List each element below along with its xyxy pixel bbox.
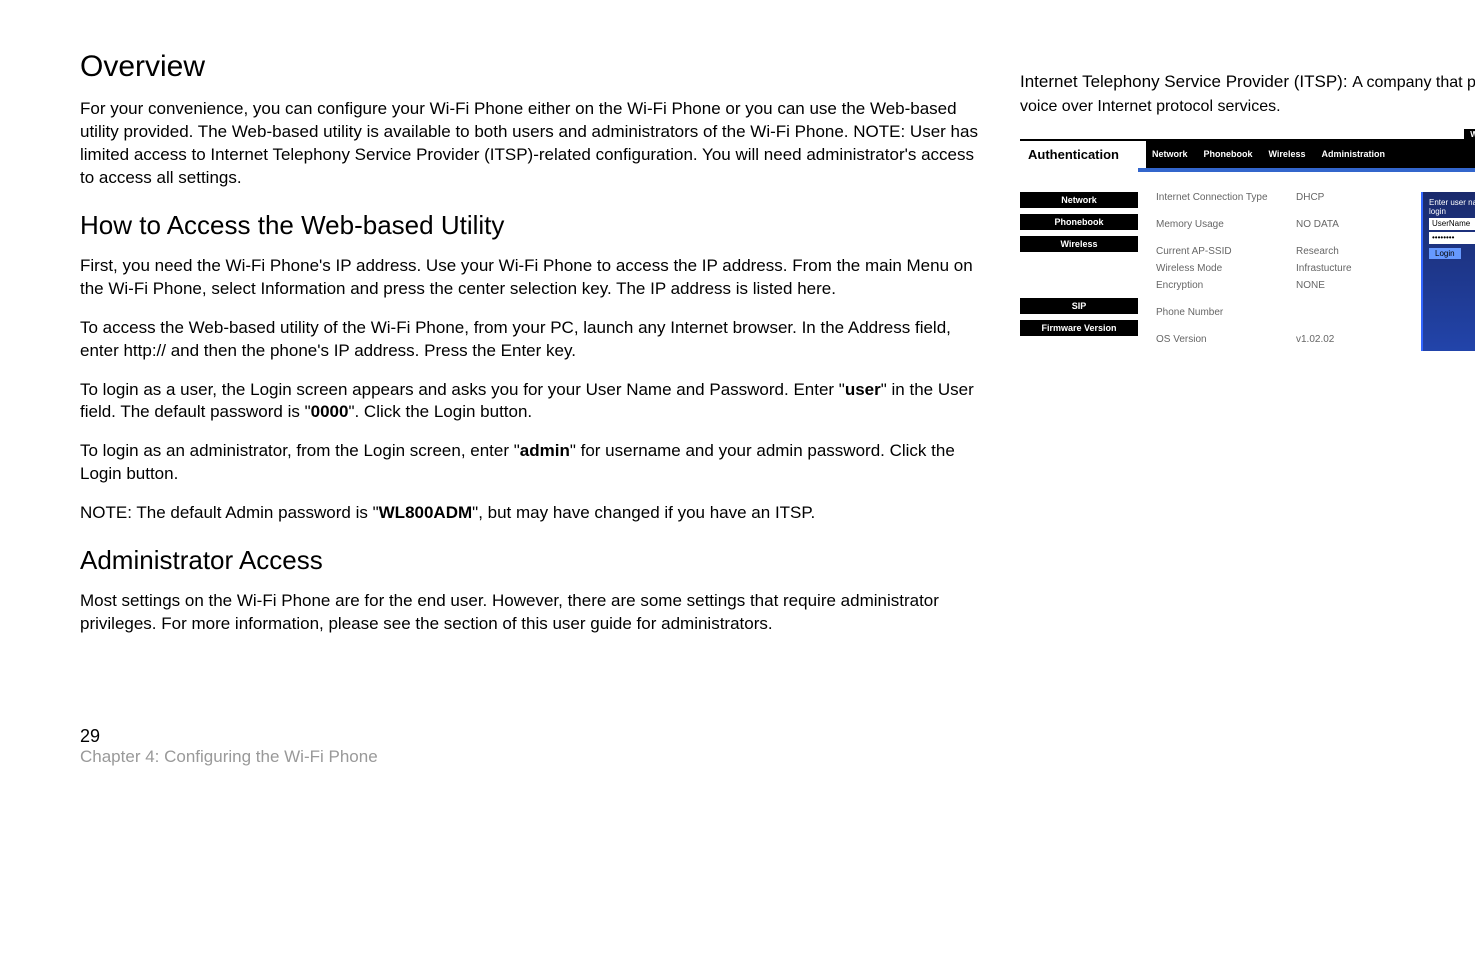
howto-p1: First, you need the Wi-Fi Phone's IP add… [80,255,980,301]
shot-login-password: •••••••• [1429,232,1475,244]
shot-tab-network: Network [1152,149,1188,159]
heading-adminaccess: Administrator Access [80,545,980,576]
howto-p4: To login as an administrator, from the L… [80,440,980,486]
chapter-label: Chapter 4: Configuring the Wi-Fi Phone [80,747,980,767]
shot-login-prompt: Enter user name & password to login [1429,198,1475,216]
shot-sidebar: Network Phonebook Wireless SIP Firmware … [1020,192,1138,351]
shot-tab-admin: Administration [1321,149,1385,159]
shot-side-firmware: Firmware Version [1020,320,1138,336]
shot-auth-label: Authentication [1020,141,1146,168]
shot-tab-wireless: Wireless [1269,149,1306,159]
heading-howto: How to Access the Web-based Utility [80,210,980,241]
shot-login-username: UserName [1429,218,1475,230]
glossary-itsp: Internet Telephony Service Provider (ITS… [1020,70,1475,119]
shot-side-phonebook: Phonebook [1020,214,1138,230]
shot-login-button: Login [1429,248,1461,259]
admin-p1: Most settings on the Wi-Fi Phone are for… [80,590,980,636]
shot-tabs: Network Phonebook Wireless Administratio… [1146,141,1475,168]
shot-title-badge: Wireless VoIP Phone [1464,129,1475,142]
shot-login-panel: Enter user name & password to login User… [1421,192,1475,351]
shot-side-wireless: Wireless [1020,236,1138,252]
howto-p2: To access the Web-based utility of the W… [80,317,980,363]
howto-p5: NOTE: The default Admin password is "WL8… [80,502,980,525]
shot-side-network: Network [1020,192,1138,208]
webutil-screenshot: Authentication Network Phonebook Wireles… [1020,139,1475,351]
page-number: 29 [80,726,980,747]
heading-overview: Overview [80,50,980,84]
shot-content: Internet Connection TypeDHCP Memory Usag… [1138,192,1421,351]
shot-side-sip: SIP [1020,298,1138,314]
overview-paragraph: For your convenience, you can configure … [80,98,980,190]
shot-tab-phonebook: Phonebook [1204,149,1253,159]
howto-p3: To login as a user, the Login screen app… [80,379,980,425]
